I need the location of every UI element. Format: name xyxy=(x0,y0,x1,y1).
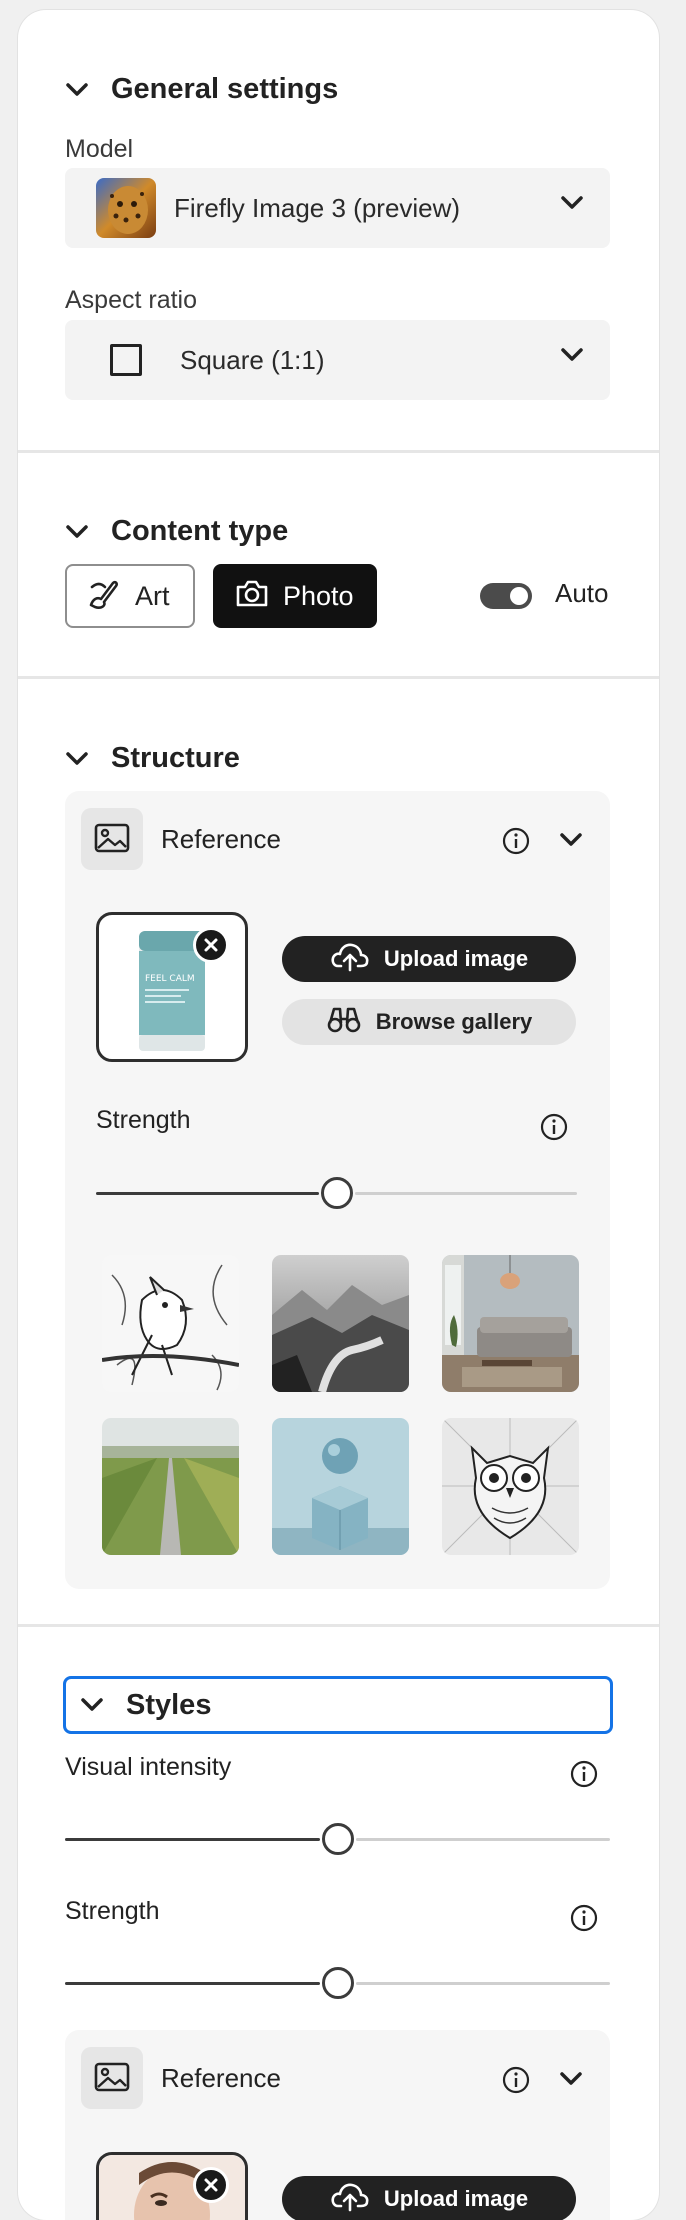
thumb-text: FEEL CALM xyxy=(145,974,195,984)
info-icon[interactable] xyxy=(570,1904,598,1932)
gallery-tile-owl-sketch[interactable] xyxy=(442,1418,579,1555)
section-title: General settings xyxy=(111,73,339,105)
cloud-upload-icon xyxy=(330,940,370,978)
structure-reference-card: Reference FEEL CALM Upload image Browse … xyxy=(65,791,610,1589)
upload-image-button[interactable]: Upload image xyxy=(282,2176,576,2220)
browse-gallery-label: Browse gallery xyxy=(375,1009,533,1034)
upload-image-label: Upload image xyxy=(383,946,529,971)
chevron-down-icon[interactable] xyxy=(560,833,582,852)
info-icon[interactable] xyxy=(540,1113,568,1141)
slider-track-filled xyxy=(65,1982,320,1985)
chevron-down-icon xyxy=(65,78,89,102)
model-picker[interactable]: Firefly Image 3 (preview) xyxy=(65,168,610,248)
browse-gallery-button[interactable]: Browse gallery xyxy=(282,999,576,1045)
gallery-tile-misty-mountains[interactable] xyxy=(272,1255,409,1392)
model-value: Firefly Image 3 (preview) xyxy=(174,192,461,223)
chevron-down-icon[interactable] xyxy=(560,2072,582,2091)
image-reference-icon xyxy=(81,2047,143,2109)
reference-label: Reference xyxy=(161,2063,281,2093)
section-title: Structure xyxy=(111,742,240,774)
slider-handle[interactable] xyxy=(321,1823,354,1855)
info-icon[interactable] xyxy=(502,2066,530,2094)
auto-toggle[interactable] xyxy=(480,583,532,609)
aspect-ratio-label: Aspect ratio xyxy=(65,286,198,314)
model-label: Model xyxy=(65,135,134,163)
gallery-tile-bird-sketch[interactable] xyxy=(102,1255,239,1392)
aspect-ratio-value: Square (1:1) xyxy=(180,344,325,375)
camera-icon xyxy=(235,578,269,615)
remove-icon[interactable] xyxy=(193,927,229,963)
info-icon[interactable] xyxy=(502,827,530,855)
art-button[interactable]: Art xyxy=(65,564,195,628)
slider-handle[interactable] xyxy=(320,1177,353,1209)
slider-track-empty xyxy=(355,1982,610,1985)
toggle-knob xyxy=(510,587,528,605)
gallery-tile-sphere-cube[interactable] xyxy=(272,1418,409,1555)
image-reference-icon xyxy=(81,808,143,870)
slider-handle[interactable] xyxy=(321,1967,354,1999)
chevron-down-icon xyxy=(560,347,584,368)
art-label: Art xyxy=(135,580,170,611)
model-thumbnail xyxy=(96,178,156,238)
divider xyxy=(18,676,659,679)
square-icon xyxy=(110,344,142,376)
upload-image-button[interactable]: Upload image xyxy=(282,936,576,982)
chevron-down-icon xyxy=(65,747,89,771)
slider-track-filled xyxy=(96,1192,319,1195)
chevron-down-icon xyxy=(80,1693,104,1717)
settings-panel: General settings Model Firefly Image 3 (… xyxy=(18,10,659,2220)
brush-icon xyxy=(87,577,121,616)
slider-track-filled xyxy=(65,1838,320,1841)
cloud-upload-icon xyxy=(330,2180,370,2218)
structure-header[interactable]: Structure xyxy=(65,742,240,775)
slider-track-empty xyxy=(354,1192,577,1195)
section-title: Styles xyxy=(126,1688,212,1721)
info-icon[interactable] xyxy=(570,1760,598,1788)
gallery-tile-living-room[interactable] xyxy=(442,1255,579,1392)
slider-track-empty xyxy=(355,1838,610,1841)
gallery-tile-field-road[interactable] xyxy=(102,1418,239,1555)
binoculars-icon xyxy=(326,1005,362,1039)
photo-button[interactable]: Photo xyxy=(213,564,377,628)
visual-intensity-slider[interactable] xyxy=(65,1823,610,1855)
styles-reference-card: Reference Upload image xyxy=(65,2030,610,2220)
structure-strength-slider[interactable] xyxy=(96,1177,577,1209)
chevron-down-icon xyxy=(65,520,89,544)
section-title: Content type xyxy=(111,515,289,547)
photo-label: Photo xyxy=(283,580,354,611)
reference-label: Reference xyxy=(161,824,281,854)
remove-icon[interactable] xyxy=(193,2167,229,2203)
general-settings-header[interactable]: General settings xyxy=(65,73,338,106)
divider xyxy=(18,1624,659,1627)
auto-label: Auto xyxy=(555,578,609,608)
strength-label: Strength xyxy=(96,1106,191,1134)
upload-image-label: Upload image xyxy=(383,2186,529,2211)
content-type-header[interactable]: Content type xyxy=(65,515,288,548)
uploaded-reference-thumbnail[interactable]: FEEL CALM xyxy=(96,912,248,1062)
chevron-down-icon xyxy=(560,195,584,216)
styles-strength-label: Strength xyxy=(65,1897,160,1925)
styles-header[interactable]: Styles xyxy=(63,1676,613,1734)
divider xyxy=(18,450,659,453)
visual-intensity-label: Visual intensity xyxy=(65,1753,232,1781)
styles-strength-slider[interactable] xyxy=(65,1967,610,1999)
aspect-ratio-picker[interactable]: Square (1:1) xyxy=(65,320,610,400)
uploaded-style-thumbnail[interactable] xyxy=(96,2152,248,2220)
